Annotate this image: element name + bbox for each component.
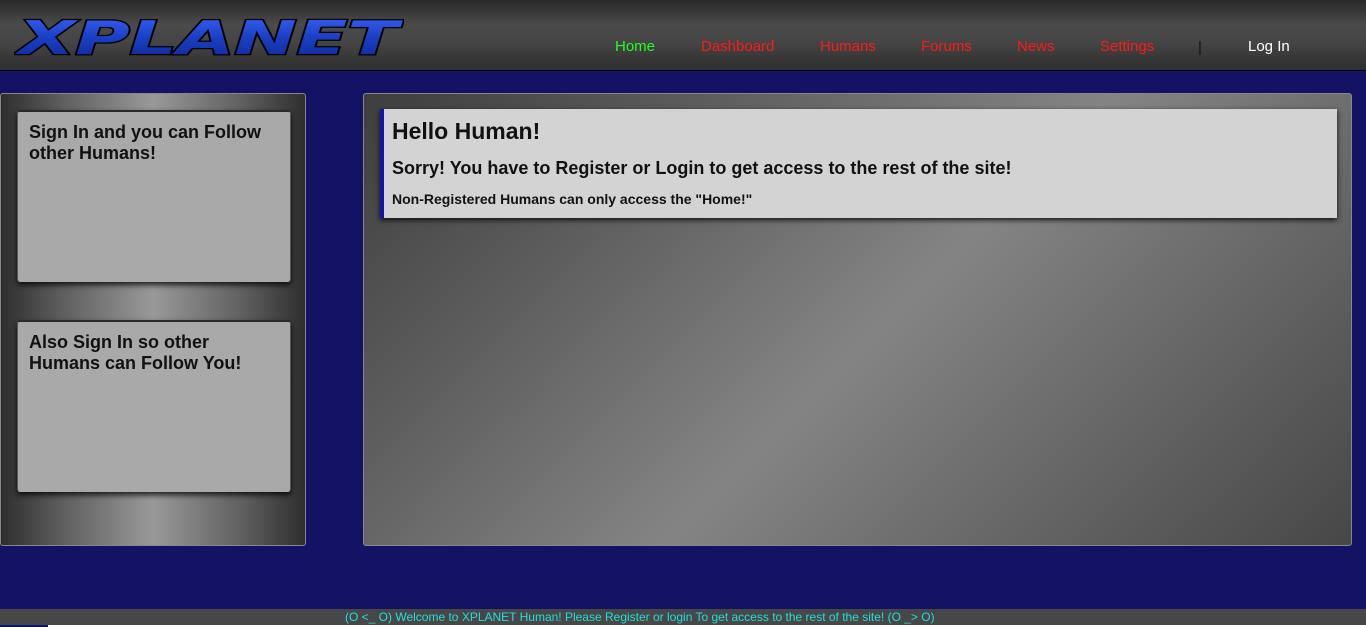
notice-note: Non-Registered Humans can only access th… [392,191,753,207]
notice-title: Hello Human! [392,118,541,144]
sidebar: Sign In and you can Follow other Humans!… [0,93,306,546]
notice-subtitle: Sorry! You have to Register or Login to … [392,158,1012,178]
followers-card-text: Also Sign In so other Humans can Follow … [29,332,242,373]
login-required-notice: Hello Human! Sorry! You have to Register… [380,109,1337,218]
site-header: XPLANET Home Dashboard Humans Forums New… [0,0,1366,71]
nav-news-link[interactable]: News [1017,38,1055,55]
follow-card-text: Sign In and you can Follow other Humans! [29,122,262,163]
main-content: Hello Human! Sorry! You have to Register… [363,93,1352,546]
main-nav: Home Dashboard Humans Forums News Settin… [0,38,1366,58]
nav-separator: | [1198,39,1202,56]
welcome-ticker: (O <_ O) Welcome to XPLANET Human! Pleas… [0,609,1366,625]
nav-home-link[interactable]: Home [615,38,655,55]
nav-forums-link[interactable]: Forums [921,38,972,55]
nav-settings-link[interactable]: Settings [1100,38,1154,55]
login-link[interactable]: Log In [1248,38,1290,55]
followers-card: Also Sign In so other Humans can Follow … [17,320,291,492]
nav-dashboard-link[interactable]: Dashboard [701,38,774,55]
follow-card: Sign In and you can Follow other Humans! [17,110,291,282]
nav-humans-link[interactable]: Humans [820,38,876,55]
ticker-text: (O <_ O) Welcome to XPLANET Human! Pleas… [345,610,935,624]
